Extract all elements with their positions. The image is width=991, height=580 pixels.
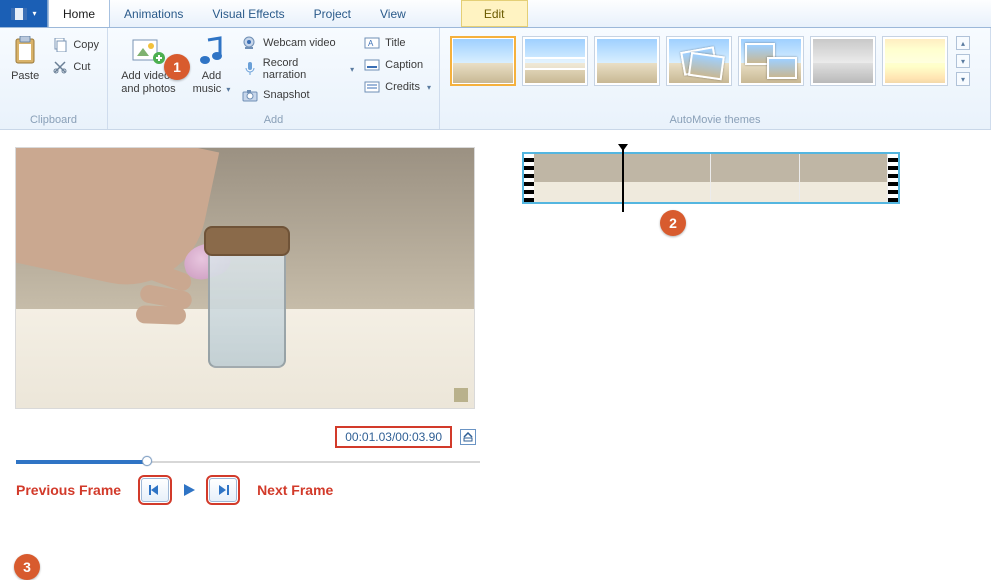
frame-flag-icon — [454, 388, 468, 402]
film-perforation-right — [888, 154, 898, 202]
tab-animations[interactable]: Animations — [110, 0, 198, 27]
group-label: Clipboard — [6, 112, 101, 129]
workspace: 00:01.03/00:03.90 Previous Frame — [0, 130, 991, 509]
theme-default[interactable] — [450, 36, 516, 86]
paste-button[interactable]: Paste — [6, 32, 44, 83]
title-button[interactable]: A Title — [362, 34, 433, 52]
webcam-video-button[interactable]: Webcam video — [240, 34, 356, 52]
group-clipboard: Paste Copy Cut Clipboard — [0, 28, 108, 129]
play-icon — [181, 482, 197, 498]
cut-button[interactable]: Cut — [50, 58, 101, 76]
step-back-icon — [148, 484, 162, 496]
microphone-icon — [242, 61, 258, 77]
gallery-scroll: ▴ ▾ ▾ — [956, 36, 972, 86]
next-frame-button[interactable] — [209, 478, 237, 502]
timecode-display: 00:01.03/00:03.90 — [335, 426, 452, 448]
camera-icon — [242, 87, 258, 103]
title-icon: A — [364, 35, 380, 51]
button-label: Copy — [73, 39, 99, 51]
tab-label: Edit — [484, 7, 505, 21]
chevron-down-icon: ▾ — [226, 85, 230, 94]
play-button[interactable] — [175, 478, 203, 502]
annotation-marker-2: 2 — [660, 210, 686, 236]
ribbon: Paste Copy Cut Clipboard Add videos and … — [0, 28, 991, 130]
music-note-icon — [194, 34, 228, 68]
tab-label: Home — [63, 7, 95, 21]
tab-visual-effects[interactable]: Visual Effects — [198, 0, 299, 27]
button-label: Webcam video — [263, 37, 336, 49]
gallery-up-button[interactable]: ▴ — [956, 36, 970, 50]
button-label: Paste — [11, 70, 39, 83]
video-preview[interactable] — [16, 148, 474, 408]
button-label: Snapshot — [263, 89, 309, 101]
seek-slider[interactable] — [16, 454, 480, 468]
group-add: Add videos and photos Add music ▾ Webcam… — [108, 28, 440, 129]
app-menu-button[interactable]: ▾ — [0, 0, 48, 27]
theme-blackwhite[interactable] — [810, 36, 876, 86]
copy-icon — [52, 37, 68, 53]
webcam-icon — [242, 35, 258, 51]
tab-strip: ▾ Home Animations Visual Effects Project… — [0, 0, 991, 28]
scissors-icon — [52, 59, 68, 75]
previous-frame-button[interactable] — [141, 478, 169, 502]
chevron-down-icon: ▾ — [427, 83, 431, 92]
add-music-button[interactable]: Add music ▾ — [189, 32, 234, 95]
gallery-down-button[interactable]: ▾ — [956, 54, 970, 68]
annotation-marker-1: 1 — [164, 54, 190, 80]
playback-controls — [141, 478, 237, 502]
theme-fade[interactable] — [594, 36, 660, 86]
seek-thumb[interactable] — [142, 456, 152, 466]
tab-edit[interactable]: Edit — [461, 0, 528, 27]
tab-label: Project — [314, 7, 351, 21]
tab-label: Animations — [124, 7, 183, 21]
tab-home[interactable]: Home — [48, 0, 110, 27]
button-label: Cut — [73, 61, 90, 73]
fullscreen-button[interactable] — [460, 429, 476, 445]
prev-frame-label: Previous Frame — [16, 482, 121, 498]
credits-icon — [364, 79, 380, 95]
button-label: Caption — [385, 59, 423, 71]
tab-project[interactable]: Project — [300, 0, 366, 27]
button-label: Add music ▾ — [193, 70, 231, 95]
timeline-pane: 2 — [490, 130, 991, 509]
film-icon — [10, 7, 28, 21]
snapshot-button[interactable]: Snapshot — [240, 86, 356, 104]
chevron-down-icon: ▾ — [32, 9, 36, 18]
button-label: Record narration — [263, 57, 343, 81]
preview-frame-image — [16, 148, 474, 408]
caption-button[interactable]: Caption — [362, 56, 433, 74]
annotation-marker-3: 3 — [14, 554, 40, 580]
caption-icon — [364, 57, 380, 73]
chevron-down-icon: ▾ — [350, 65, 354, 74]
record-narration-button[interactable]: Record narration ▾ — [240, 56, 356, 82]
timeline-playhead[interactable] — [622, 148, 624, 212]
step-forward-icon — [216, 484, 230, 496]
theme-cinematic[interactable] — [522, 36, 588, 86]
clipboard-icon — [8, 34, 42, 68]
theme-sepia[interactable] — [882, 36, 948, 86]
group-automovie: ▴ ▾ ▾ AutoMovie themes — [440, 28, 991, 129]
clip-thumbnails — [534, 154, 888, 202]
photo-add-icon — [131, 34, 165, 68]
group-label: AutoMovie themes — [446, 112, 984, 129]
button-label: Credits — [385, 81, 420, 93]
copy-button[interactable]: Copy — [50, 36, 101, 54]
tab-label: View — [380, 7, 406, 21]
svg-text:A: A — [368, 39, 374, 48]
group-label: Add — [114, 112, 433, 129]
button-label: Title — [385, 37, 405, 49]
theme-contemporary[interactable] — [738, 36, 804, 86]
film-perforation-left — [524, 154, 534, 202]
preview-pane: 00:01.03/00:03.90 Previous Frame — [0, 130, 490, 509]
theme-pan[interactable] — [666, 36, 732, 86]
next-frame-label: Next Frame — [257, 482, 333, 498]
gallery-more-button[interactable]: ▾ — [956, 72, 970, 86]
expand-icon — [463, 432, 473, 442]
credits-button[interactable]: Credits ▾ — [362, 78, 433, 96]
tab-view[interactable]: View — [366, 0, 421, 27]
tab-label: Visual Effects — [212, 7, 284, 21]
timeline-clip[interactable] — [522, 152, 900, 204]
